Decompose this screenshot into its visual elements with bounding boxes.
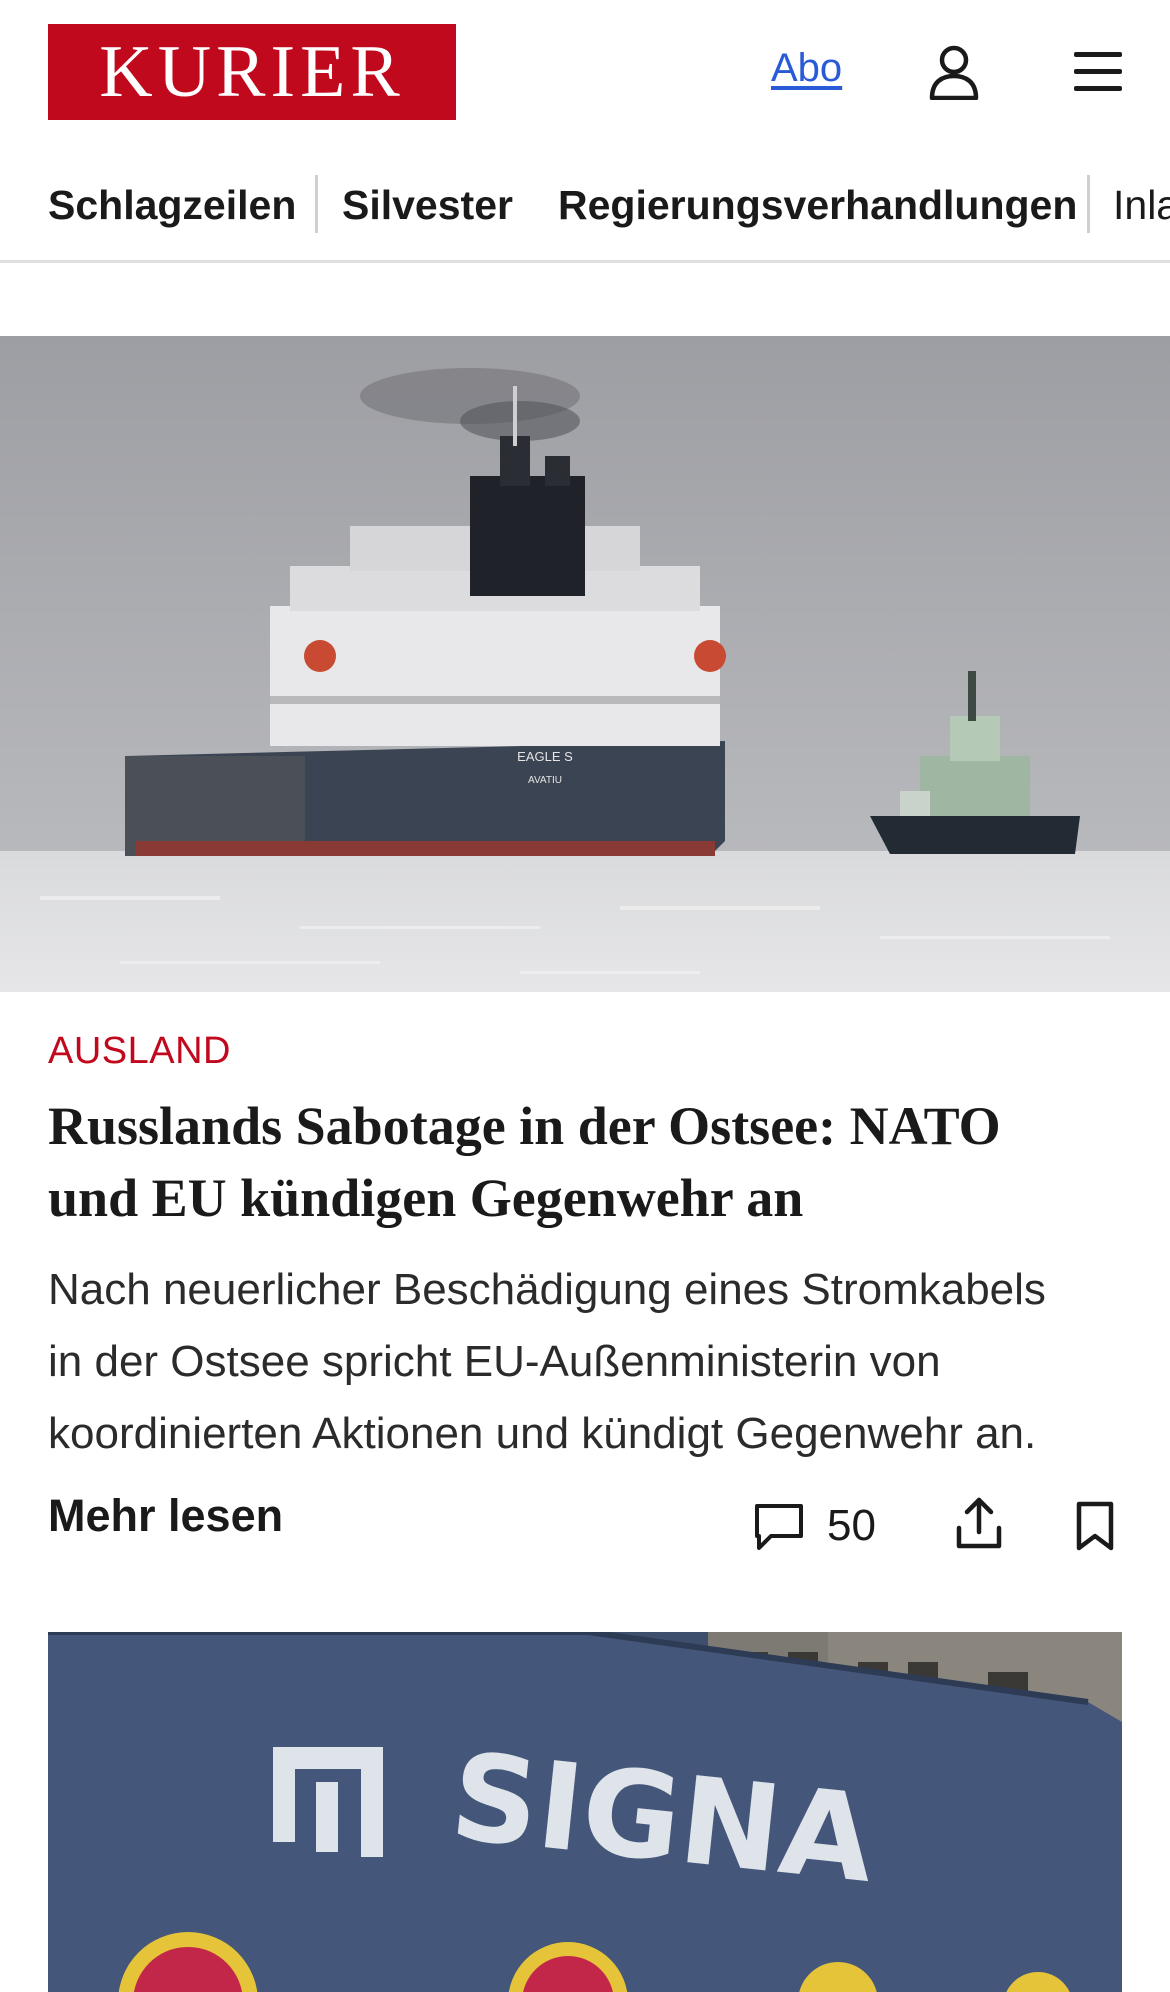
teaser-line: koordinierten Aktionen und kündigt Gegen…: [48, 1409, 1037, 1458]
kurier-logo[interactable]: KURIER: [48, 24, 456, 120]
teaser-line: Nach neuerlicher Beschädigung eines Stro…: [48, 1265, 1046, 1314]
article-headline[interactable]: Russlands Sabotage in der Ostsee: NATO u…: [48, 1090, 1128, 1234]
ship-photo: EAGLE S AVATIU: [0, 336, 1170, 992]
second-article-image[interactable]: SIGNA: [48, 1632, 1122, 1992]
section-nav: Schlagzeilen Silvester Regierungsverhand…: [0, 163, 1170, 263]
user-icon[interactable]: [928, 44, 980, 100]
ship-name-text: EAGLE S: [517, 749, 573, 764]
article-hero-image[interactable]: EAGLE S AVATIU: [0, 336, 1170, 992]
hamburger-menu-icon[interactable]: [1072, 48, 1124, 96]
comment-count: 50: [827, 1501, 876, 1550]
signa-photo: SIGNA: [48, 1632, 1122, 1992]
comment-icon: [755, 1504, 803, 1550]
article-teaser: Nach neuerlicher Beschädigung eines Stro…: [48, 1254, 1138, 1470]
nav-item-inland[interactable]: Inla: [1113, 179, 1170, 231]
headline-line: und EU kündigen Gegenwehr an: [48, 1168, 804, 1228]
site-header: KURIER Abo: [0, 0, 1170, 145]
article-category[interactable]: AUSLAND: [48, 1030, 231, 1073]
read-more-link[interactable]: Mehr lesen: [48, 1490, 283, 1542]
bookmark-icon[interactable]: [1074, 1500, 1116, 1552]
nav-divider: [1087, 175, 1090, 233]
abo-link[interactable]: Abo: [771, 46, 842, 91]
nav-item-silvester[interactable]: Silvester: [342, 179, 513, 231]
nav-divider: [315, 175, 318, 233]
nav-item-regierungsverhandlungen[interactable]: Regierungsverhandlungen: [558, 179, 1077, 231]
comments-button[interactable]: 50: [753, 1496, 876, 1556]
nav-item-schlagzeilen[interactable]: Schlagzeilen: [48, 179, 296, 231]
share-icon[interactable]: [955, 1494, 1003, 1550]
headline-line: Russlands Sabotage in der Ostsee: NATO: [48, 1096, 1001, 1156]
ship-port-text: AVATIU: [528, 775, 562, 786]
teaser-line: in der Ostsee spricht EU-Außenministerin…: [48, 1337, 941, 1386]
